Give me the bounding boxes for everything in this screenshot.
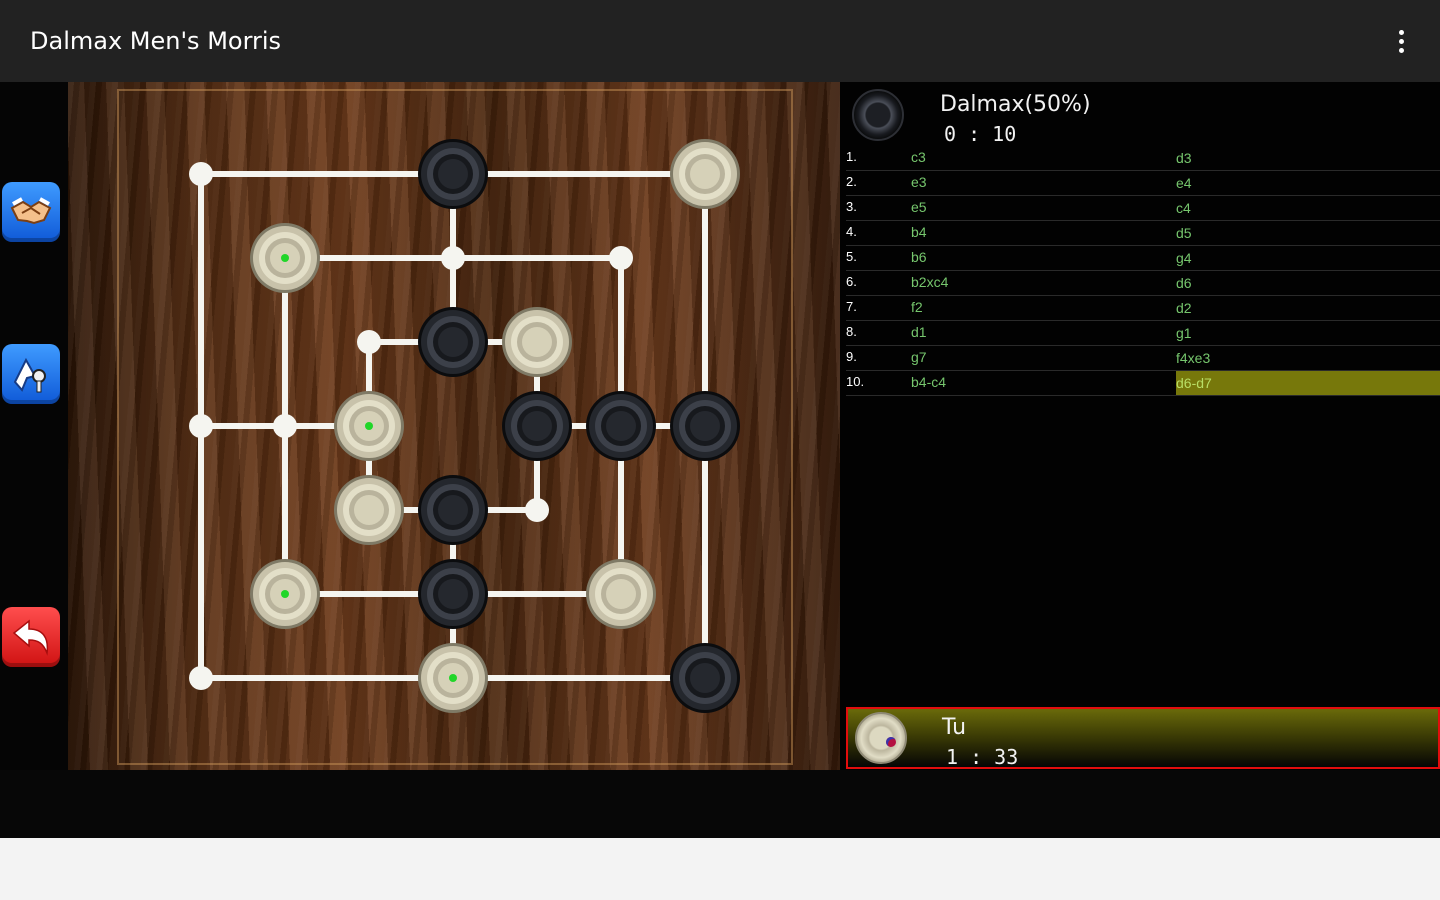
white-piece-d1[interactable] bbox=[418, 643, 488, 713]
black-move: c4 bbox=[1176, 200, 1191, 216]
black-piece-d2[interactable] bbox=[418, 559, 488, 629]
white-move: b2xc4 bbox=[911, 274, 949, 290]
black-move: d3 bbox=[1176, 150, 1192, 166]
placed-marker bbox=[449, 674, 457, 682]
undo-arrow-icon bbox=[12, 619, 49, 656]
white-piece-c3[interactable] bbox=[334, 475, 404, 545]
opponent-timer: 0 : 10 bbox=[944, 122, 1017, 146]
white-move: b4-c4 bbox=[911, 374, 947, 390]
move-row[interactable]: 6. b2xc4 d6 bbox=[846, 271, 1440, 296]
black-move: d6-d7 bbox=[1176, 371, 1440, 395]
white-move: c3 bbox=[911, 149, 926, 165]
undo-button[interactable] bbox=[2, 607, 60, 667]
white-piece-b6[interactable] bbox=[250, 223, 320, 293]
move-number: 7. bbox=[846, 299, 857, 314]
black-piece-d3[interactable] bbox=[418, 475, 488, 545]
move-number: 9. bbox=[846, 349, 857, 364]
turn-indicator-dot bbox=[886, 737, 896, 747]
placed-marker bbox=[365, 422, 373, 430]
board-point-d6[interactable] bbox=[441, 246, 465, 270]
placed-marker bbox=[281, 590, 289, 598]
move-row[interactable]: 7. f2 d2 bbox=[846, 296, 1440, 321]
bottom-bar bbox=[0, 770, 1440, 838]
black-move: f4xe3 bbox=[1176, 350, 1211, 366]
board-point-b4[interactable] bbox=[273, 414, 297, 438]
move-row[interactable]: 4. b4 d5 bbox=[846, 221, 1440, 246]
morris-board[interactable] bbox=[68, 82, 840, 770]
black-move: d5 bbox=[1176, 225, 1192, 241]
player-piece-indicator bbox=[855, 712, 907, 764]
move-number: 1. bbox=[846, 149, 857, 164]
move-row[interactable]: 3. e5 c4 bbox=[846, 196, 1440, 221]
board-point-a7[interactable] bbox=[189, 162, 213, 186]
offer-draw-button[interactable] bbox=[2, 182, 60, 242]
black-move: d2 bbox=[1176, 300, 1192, 316]
board-point-c5[interactable] bbox=[357, 330, 381, 354]
move-number: 4. bbox=[846, 224, 857, 239]
handshake-icon bbox=[10, 197, 52, 225]
pin-key-icon bbox=[13, 357, 46, 393]
black-piece-g4[interactable] bbox=[670, 391, 740, 461]
board-point-a1[interactable] bbox=[189, 666, 213, 690]
black-move: g1 bbox=[1176, 325, 1192, 341]
board-point-f6[interactable] bbox=[609, 246, 633, 270]
white-piece-g7[interactable] bbox=[670, 139, 740, 209]
white-move: d1 bbox=[911, 324, 927, 340]
black-piece-d5[interactable] bbox=[418, 307, 488, 377]
move-number: 5. bbox=[846, 249, 857, 264]
black-piece-d7[interactable] bbox=[418, 139, 488, 209]
current-player-panel[interactable]: Tu 1 : 33 bbox=[846, 707, 1440, 769]
move-number: 8. bbox=[846, 324, 857, 339]
move-number: 2. bbox=[846, 174, 857, 189]
move-row[interactable]: 8. d1 g1 bbox=[846, 321, 1440, 346]
placed-marker bbox=[281, 254, 289, 262]
more-vert-icon[interactable] bbox=[1386, 24, 1416, 58]
game-board bbox=[68, 82, 840, 770]
app-bar: Dalmax Men's Morris bbox=[0, 0, 1440, 82]
white-piece-c4[interactable] bbox=[334, 391, 404, 461]
opponent-name: Dalmax(50%) bbox=[940, 92, 1091, 117]
black-piece-f4[interactable] bbox=[586, 391, 656, 461]
black-piece-e4[interactable] bbox=[502, 391, 572, 461]
player-name: Tu bbox=[942, 715, 967, 740]
player-timer: 1 : 33 bbox=[946, 745, 1019, 769]
move-row[interactable]: 1. c3 d3 bbox=[846, 146, 1440, 171]
hint-button[interactable] bbox=[2, 344, 60, 404]
app-window: Dalmax Men's Morris Dalmax(50%) 0: 10 1… bbox=[0, 0, 1440, 838]
game-info-panel: Dalmax(50%) 0 : 10 1. c3 d3 2. e3 e4 3. e5 c4 4. b… bbox=[840, 82, 1440, 770]
move-row[interactable]: 5. b6 g4 bbox=[846, 246, 1440, 271]
white-move: b6 bbox=[911, 249, 927, 265]
black-piece-g1[interactable] bbox=[670, 643, 740, 713]
move-list: 1. c3 d3 2. e3 e4 3. e5 c4 4. b4 d5 5. b6 g4 6. b2xc4 d6 7… bbox=[846, 146, 1440, 396]
black-move: g4 bbox=[1176, 250, 1192, 266]
white-move: g7 bbox=[911, 349, 927, 365]
black-move: d6 bbox=[1176, 275, 1192, 291]
white-move: e5 bbox=[911, 199, 927, 215]
white-move: b4 bbox=[911, 224, 927, 240]
white-piece-b2[interactable] bbox=[250, 559, 320, 629]
white-move: f2 bbox=[911, 299, 923, 315]
move-row[interactable]: 9. g7 f4xe3 bbox=[846, 346, 1440, 371]
white-piece-e5[interactable] bbox=[502, 307, 572, 377]
move-number: 3. bbox=[846, 199, 857, 214]
app-title: Dalmax Men's Morris bbox=[30, 27, 282, 55]
move-number: 6. bbox=[846, 274, 857, 289]
board-point-e3[interactable] bbox=[525, 498, 549, 522]
game-actions-sidebar bbox=[0, 82, 68, 770]
white-move: e3 bbox=[911, 174, 927, 190]
board-point-a4[interactable] bbox=[189, 414, 213, 438]
opponent-piece-indicator bbox=[852, 89, 904, 141]
move-number: 10. bbox=[846, 374, 865, 389]
move-row[interactable]: 10. b4-c4 d6-d7 bbox=[846, 371, 1440, 396]
white-piece-f2[interactable] bbox=[586, 559, 656, 629]
black-move: e4 bbox=[1176, 175, 1192, 191]
move-row[interactable]: 2. e3 e4 bbox=[846, 171, 1440, 196]
